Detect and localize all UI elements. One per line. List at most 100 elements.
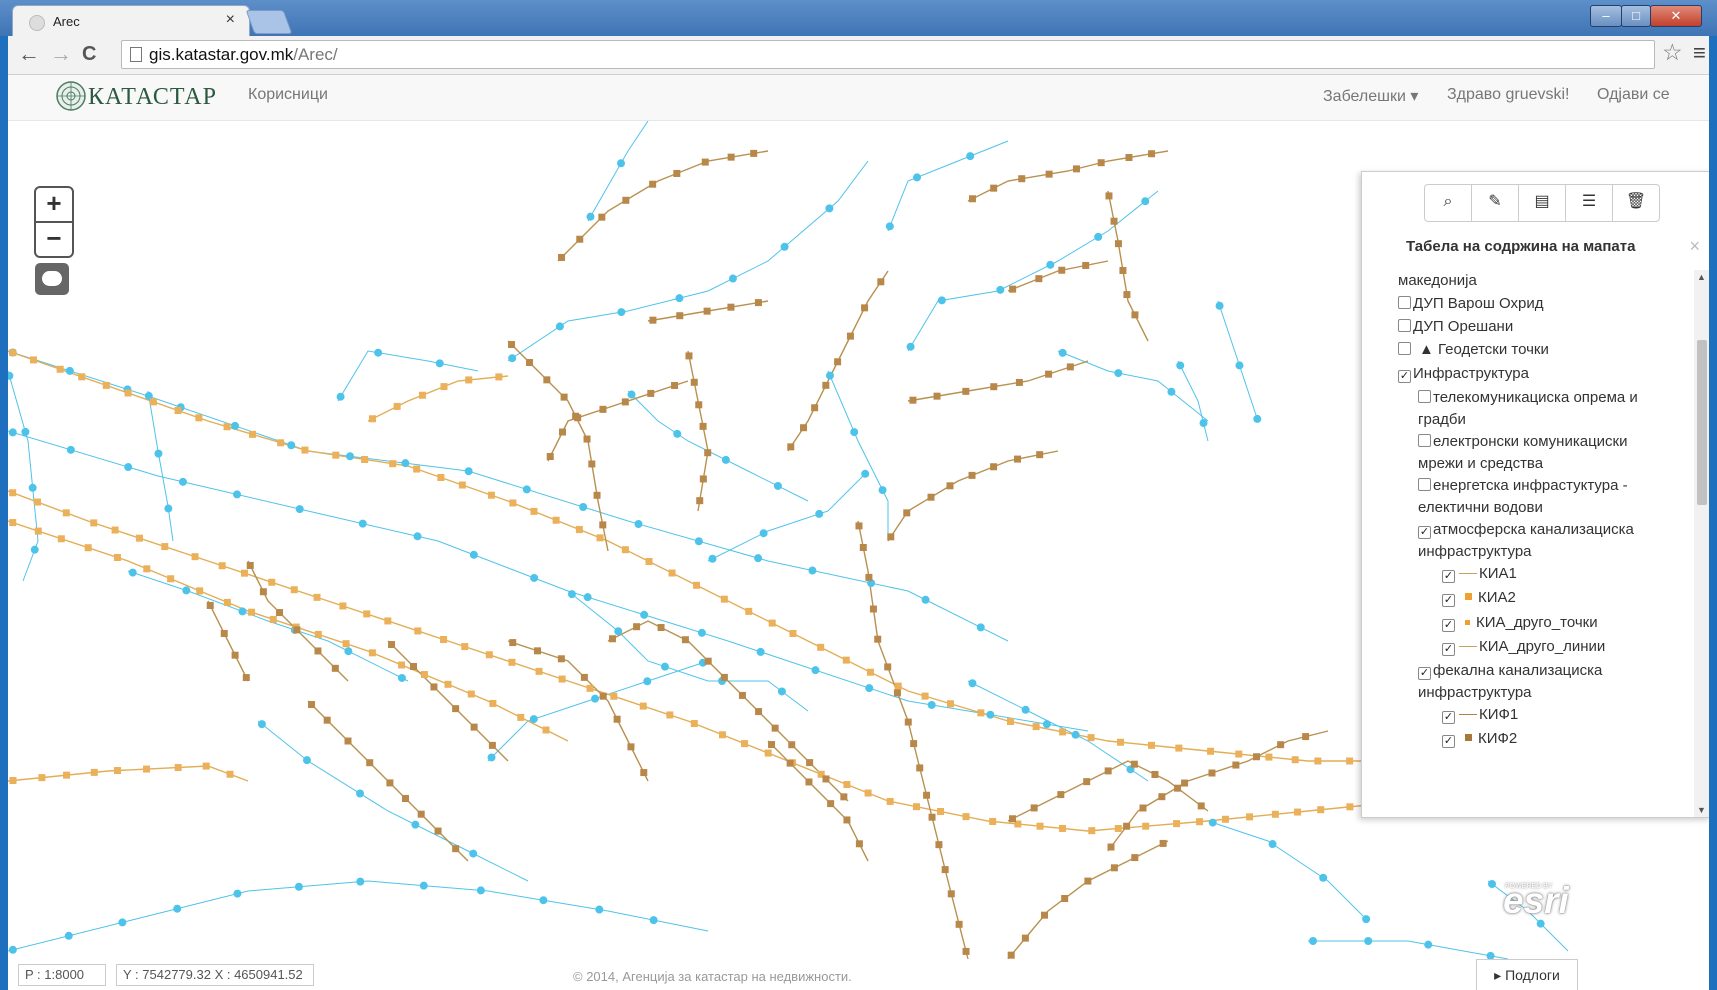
sewer-node-point[interactable] <box>696 497 704 505</box>
sewer-node-point[interactable] <box>817 643 825 651</box>
sewer-node-point[interactable] <box>622 196 630 204</box>
sewer-node-point[interactable] <box>290 586 298 594</box>
sewer-node-point[interactable] <box>62 509 70 517</box>
sewer-node-point[interactable] <box>1082 261 1090 269</box>
sewer-node-point[interactable] <box>388 641 396 649</box>
sewer-node-point[interactable] <box>1110 864 1118 872</box>
sewer-node-point[interactable] <box>33 498 41 506</box>
sewer-node-point[interactable] <box>580 673 588 681</box>
water-node-point[interactable] <box>865 684 874 693</box>
water-node-point[interactable] <box>583 593 592 602</box>
sewer-node-point[interactable] <box>509 639 517 647</box>
browser-tab[interactable]: Arec × <box>12 5 250 37</box>
sewer-node-point[interactable] <box>444 680 452 688</box>
water-node-point[interactable] <box>21 427 30 436</box>
sewer-node-point[interactable] <box>599 405 607 413</box>
address-bar[interactable]: gis.katastar.gov.mk/Arec/ <box>121 40 1655 69</box>
water-node-point[interactable] <box>508 354 517 363</box>
water-node-point[interactable] <box>164 504 173 513</box>
sewer-node-point[interactable] <box>741 740 749 748</box>
sewer-node-point[interactable] <box>276 609 284 617</box>
sewer-node-point[interactable] <box>887 533 895 541</box>
sewer-node-point[interactable] <box>1066 363 1074 371</box>
sewer-node-point[interactable] <box>240 569 248 577</box>
water-node-point[interactable] <box>1046 260 1055 269</box>
sewer-node-point[interactable] <box>1018 175 1026 183</box>
sewer-node-point[interactable] <box>1008 815 1016 823</box>
water-node-point[interactable] <box>1424 940 1433 949</box>
sewer-node-point[interactable] <box>633 623 641 631</box>
sewer-node-point[interactable] <box>1271 810 1279 818</box>
sewer-node-point[interactable] <box>57 535 65 543</box>
sewer-node-point[interactable] <box>535 667 543 675</box>
toc-close-icon[interactable]: × <box>1689 236 1700 257</box>
sewer-node-point[interactable] <box>685 352 693 360</box>
sewer-node-point[interactable] <box>608 635 616 643</box>
sewer-node-point[interactable] <box>822 381 830 389</box>
list-icon[interactable]: ☰ <box>1565 184 1613 222</box>
water-node-point[interactable] <box>579 502 588 511</box>
browser-menu-icon[interactable]: ≡ <box>1693 40 1706 66</box>
sewer-node-point[interactable] <box>174 763 182 771</box>
sewer-node-point[interactable] <box>308 701 316 709</box>
sewer-node-point[interactable] <box>534 647 542 655</box>
layer-checkbox[interactable] <box>1418 390 1431 403</box>
sewer-node-point[interactable] <box>342 640 350 648</box>
sewer-node-point[interactable] <box>1207 747 1215 755</box>
layer-checkbox[interactable]: ✓ <box>1398 370 1411 383</box>
water-node-point[interactable] <box>1208 818 1217 827</box>
sewer-node-point[interactable] <box>1072 165 1080 173</box>
sewer-node-point[interactable] <box>843 781 851 789</box>
sewer-node-point[interactable] <box>90 768 98 776</box>
sewer-node-point[interactable] <box>314 647 322 655</box>
sewer-node-point[interactable] <box>599 521 607 529</box>
sewer-node-point[interactable] <box>1057 791 1065 799</box>
sewer-node-point[interactable] <box>1317 806 1325 814</box>
sewer-node-point[interactable] <box>277 439 285 447</box>
water-node-point[interactable] <box>595 905 604 914</box>
sewer-node-point[interactable] <box>968 471 976 479</box>
water-node-point[interactable] <box>1199 419 1208 428</box>
layer-item[interactable]: ✓ атмосферска канализациска инфраструктура <box>1418 519 1688 563</box>
sewer-node-point[interactable] <box>754 299 762 307</box>
water-node-point[interactable] <box>773 481 782 490</box>
home-extent-button[interactable] <box>35 263 69 295</box>
sewer-node-point[interactable] <box>398 661 406 669</box>
sewer-node-point[interactable] <box>29 356 37 364</box>
sewer-node-point[interactable] <box>610 692 618 700</box>
sewer-node-point[interactable] <box>368 415 376 423</box>
water-node-point[interactable] <box>617 308 626 317</box>
layer-item[interactable]: ✓ фекална канализациска инфраструктура <box>1418 660 1688 704</box>
sewer-node-point[interactable] <box>575 526 583 534</box>
sewer-node-point[interactable] <box>248 430 256 438</box>
sewer-node-point[interactable] <box>861 304 869 312</box>
water-node-point[interactable] <box>966 152 975 161</box>
sewer-node-point[interactable] <box>788 741 796 749</box>
sewer-node-point[interactable] <box>935 841 943 849</box>
sewer-node-point[interactable] <box>1045 170 1053 178</box>
sewer-node-point[interactable] <box>693 581 701 589</box>
map-canvas[interactable]: + − ⌕ ✎ ▤ ☰ 🗑 Табела на содржина на мапа… <box>8 121 1709 959</box>
sewer-node-point[interactable] <box>135 534 143 542</box>
water-node-point[interactable] <box>336 392 345 401</box>
sewer-node-point[interactable] <box>666 711 674 719</box>
sewer-node-point[interactable] <box>458 481 466 489</box>
sewer-node-point[interactable] <box>440 636 448 644</box>
sewer-node-point[interactable] <box>1197 802 1205 810</box>
sewer-node-point[interactable] <box>923 791 931 799</box>
sewer-node-point[interactable] <box>38 774 46 782</box>
sewer-node-point[interactable] <box>530 507 538 515</box>
water-node-point[interactable] <box>1364 937 1373 945</box>
sewer-node-point[interactable] <box>84 544 92 552</box>
water-node-point[interactable] <box>555 322 564 331</box>
sewer-node-point[interactable] <box>452 845 460 853</box>
sewer-node-point[interactable] <box>509 499 517 507</box>
sewer-node-point[interactable] <box>402 795 410 803</box>
water-node-point[interactable] <box>708 554 717 563</box>
sewer-node-point[interactable] <box>465 376 473 384</box>
water-node-point[interactable] <box>530 573 539 582</box>
sewer-node-point[interactable] <box>1009 285 1017 293</box>
sewer-node-point[interactable] <box>805 778 813 786</box>
layer-checkbox[interactable] <box>1418 478 1431 491</box>
sewer-node-point[interactable] <box>676 312 684 320</box>
